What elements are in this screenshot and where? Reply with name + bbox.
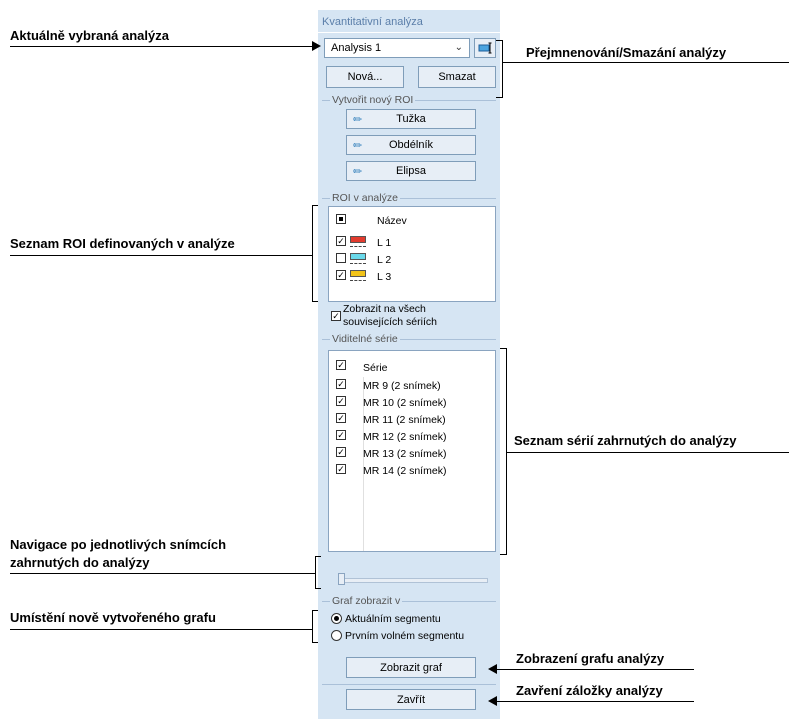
- annotation-series-list: Seznam sérií zahrnutých do analýzy: [514, 433, 737, 448]
- annotation-bracket-bottom: [496, 97, 503, 98]
- series-name: MR 10 (2 snímek): [363, 397, 447, 409]
- annotation-bracket-top: [496, 40, 503, 41]
- roi-l2-color: [350, 253, 366, 260]
- roi-section: ROI v analýze: [322, 192, 496, 204]
- delete-analysis-button[interactable]: Smazat: [418, 66, 496, 88]
- current-segment-label: Aktuálním segmentu: [345, 613, 441, 625]
- series-list[interactable]: ✓ Série ✓ MR 9 (2 snímek) ✓ MR 10 (2 sní…: [328, 350, 496, 552]
- roi-list[interactable]: Název ✓ L 1 L 2 ✓ L 3: [328, 206, 496, 302]
- annotation-navigation-2: zahrnutých do analýzy: [10, 555, 150, 570]
- visible-series-section: Viditelné série: [322, 333, 496, 345]
- roi-header-name: Název: [377, 215, 407, 227]
- annotation-line: [502, 62, 789, 63]
- show-on-all-series-checkbox[interactable]: ✓: [331, 311, 341, 321]
- annotation-line: [10, 629, 312, 630]
- roi-l3-checkbox[interactable]: ✓: [336, 270, 346, 280]
- rectangle-roi-button[interactable]: ✏ Obdélník: [346, 135, 476, 155]
- roi-l1-color: [350, 236, 366, 243]
- image-navigation-slider-handle[interactable]: [338, 573, 345, 585]
- title-divider: [318, 32, 500, 33]
- ellipse-roi-button[interactable]: ✏ Elipsa: [346, 161, 476, 181]
- annotation-bracket: [315, 556, 316, 589]
- roi-l1-checkbox[interactable]: ✓: [336, 236, 346, 246]
- new-analysis-button[interactable]: Nová...: [326, 66, 404, 88]
- annotation-selected-analysis: Aktuálně vybraná analýza: [10, 28, 169, 43]
- graph-section: Graf zobrazit v: [322, 595, 496, 607]
- roi-l3-linestyle: [350, 280, 366, 281]
- series-name: MR 14 (2 snímek): [363, 465, 447, 477]
- annotation-navigation-1: Navigace po jednotlivých snímcích: [10, 537, 227, 552]
- image-navigation-slider-track[interactable]: [338, 578, 488, 583]
- create-roi-section: Vytvořit nový ROI: [322, 94, 496, 106]
- roi-l2-linestyle: [350, 263, 366, 264]
- series-checkbox[interactable]: ✓: [336, 379, 346, 389]
- annotation-line: [494, 669, 694, 670]
- current-segment-radio[interactable]: [331, 613, 342, 624]
- annotation-close-tab: Zavření záložky analýzy: [516, 683, 663, 698]
- quantitative-analysis-panel: Kvantitativní analýza Analysis 1 ⌄ Nová.…: [318, 10, 500, 719]
- bottom-divider: [322, 684, 496, 685]
- annotation-line: [10, 573, 316, 574]
- graph-section-label: Graf zobrazit v: [330, 595, 403, 607]
- annotation-bracket-top: [312, 205, 318, 206]
- first-free-segment-radio[interactable]: [331, 630, 342, 641]
- annotation-bracket: [312, 205, 313, 302]
- show-on-all-series-label-1: Zobrazit na všech: [343, 303, 426, 315]
- roi-section-label: ROI v analýze: [330, 192, 400, 204]
- show-on-all-series-label-2: souvisejících sériích: [343, 316, 437, 328]
- annotation-line: [506, 452, 789, 453]
- annotation-line: [10, 46, 314, 47]
- annotation-bracket-top: [312, 610, 318, 611]
- series-checkbox[interactable]: ✓: [336, 396, 346, 406]
- annotation-show-graph: Zobrazení grafu analýzy: [516, 651, 665, 666]
- rename-icon: [478, 42, 492, 54]
- annotation-line: [10, 255, 313, 256]
- series-checkbox[interactable]: ✓: [336, 447, 346, 457]
- series-name: MR 13 (2 snímek): [363, 448, 447, 460]
- series-checkbox[interactable]: ✓: [336, 413, 346, 423]
- annotation-graph-placement: Umístění nově vytvořeného grafu: [10, 610, 216, 625]
- ellipse-roi-label: Elipsa: [396, 165, 426, 177]
- series-header: Série: [363, 362, 388, 374]
- series-name: MR 11 (2 snímek): [363, 414, 446, 426]
- show-graph-button[interactable]: Zobrazit graf: [346, 657, 476, 678]
- first-free-segment-label: Prvním volném segmentu: [345, 630, 465, 642]
- roi-select-all-checkbox[interactable]: [336, 214, 346, 224]
- annotation-rename-delete: Přejmnenování/Smazání analýzy: [526, 45, 727, 60]
- annotation-bracket-bottom: [315, 588, 321, 589]
- create-roi-label: Vytvořit nový ROI: [330, 94, 416, 106]
- roi-l1-linestyle: [350, 246, 366, 247]
- series-name: MR 12 (2 snímek): [363, 431, 447, 443]
- pencil-roi-label: Tužka: [396, 113, 426, 125]
- annotation-line: [494, 701, 694, 702]
- analysis-select-value: Analysis 1: [331, 42, 382, 54]
- analysis-select[interactable]: Analysis 1 ⌄: [324, 38, 470, 58]
- annotation-bracket-bottom: [312, 642, 318, 643]
- annotation-roi-list: Seznam ROI definovaných v analýze: [10, 236, 235, 251]
- annotation-bracket-bottom: [500, 554, 507, 555]
- series-name: MR 9 (2 snímek): [363, 380, 441, 392]
- roi-l3-color: [350, 270, 366, 277]
- pencil-roi-button[interactable]: ✏ Tužka: [346, 109, 476, 129]
- chevron-down-icon: ⌄: [454, 42, 463, 53]
- series-checkbox[interactable]: ✓: [336, 430, 346, 440]
- rename-analysis-button[interactable]: [474, 38, 496, 58]
- roi-l1-name: L 1: [377, 237, 392, 249]
- series-checkbox[interactable]: ✓: [336, 464, 346, 474]
- close-button[interactable]: Zavřít: [346, 689, 476, 710]
- panel-title: Kvantitativní analýza: [322, 16, 423, 28]
- roi-l2-name: L 2: [377, 254, 392, 266]
- annotation-bracket: [312, 610, 313, 643]
- annotation-bracket-top: [500, 348, 507, 349]
- rectangle-roi-label: Obdélník: [388, 139, 434, 151]
- annotation-bracket-top: [315, 556, 321, 557]
- arrow-right-icon: [312, 41, 321, 51]
- roi-l3-name: L 3: [377, 271, 392, 283]
- roi-l2-checkbox[interactable]: [336, 253, 346, 263]
- series-select-all-checkbox[interactable]: ✓: [336, 360, 346, 370]
- annotation-bracket-bottom: [312, 301, 318, 302]
- annotation-bracket: [502, 40, 503, 98]
- visible-series-label: Viditelné série: [330, 333, 400, 345]
